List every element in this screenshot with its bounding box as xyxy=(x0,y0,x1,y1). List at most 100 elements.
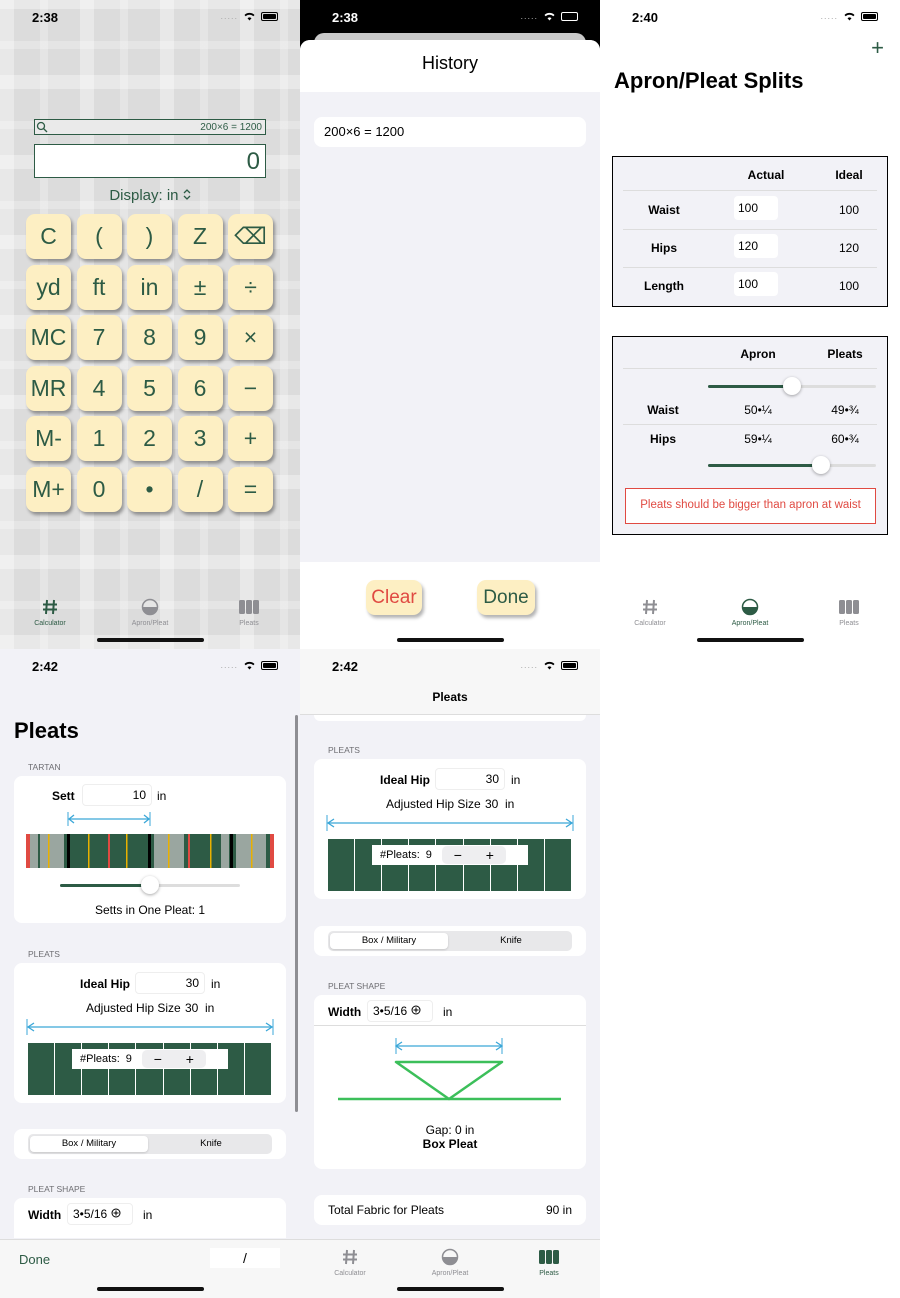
display-mode-selector[interactable]: Display: in xyxy=(0,187,300,204)
tab-calculator[interactable]: Calculator xyxy=(10,596,90,627)
plus-circle-icon xyxy=(111,1208,121,1218)
calc-key[interactable]: 4 xyxy=(76,365,122,411)
calc-key[interactable]: • xyxy=(127,466,172,512)
history-bar[interactable]: 200×6 = 1200 xyxy=(34,119,266,135)
actual-length-input[interactable]: 100 xyxy=(734,272,778,296)
tab-label: Apron/Pleat xyxy=(131,620,169,627)
calc-key[interactable]: MR xyxy=(26,365,71,411)
num-pleats-label: #Pleats: xyxy=(80,1053,120,1065)
status-bar: 2:42 ..... xyxy=(0,649,300,683)
calc-key[interactable]: ÷ xyxy=(228,264,273,310)
page-title: Apron/Pleat Splits xyxy=(614,68,804,93)
calc-key[interactable]: 6 xyxy=(177,365,223,411)
actual-ideal-table: Actual Ideal Waist 100 100 Hips 120 120 … xyxy=(612,156,888,307)
sett-slider-thumb[interactable] xyxy=(141,876,159,894)
done-button[interactable]: Done xyxy=(477,580,535,615)
hash-icon xyxy=(43,599,57,615)
unit-label: in xyxy=(143,1208,153,1222)
clear-button[interactable]: Clear xyxy=(366,580,422,615)
home-indicator xyxy=(697,638,804,642)
calc-key[interactable]: ( xyxy=(76,214,122,259)
calc-key[interactable]: − xyxy=(228,365,273,411)
calc-key[interactable]: M+ xyxy=(26,466,71,512)
divider xyxy=(623,190,877,191)
calc-key[interactable]: ft xyxy=(76,264,122,310)
table-row: Waist 100 100 xyxy=(623,195,877,229)
tab-label: Calculator xyxy=(34,620,66,627)
tab-calculator[interactable]: Calculator xyxy=(310,1246,390,1277)
waist-slider-thumb[interactable] xyxy=(783,377,801,395)
row-label: Hips xyxy=(649,432,676,446)
section-header-pleats: PLEATS xyxy=(28,949,60,959)
hip-width-arrow xyxy=(326,815,574,831)
search-icon xyxy=(36,121,48,133)
tab-pleats[interactable]: Pleats xyxy=(509,1246,589,1277)
total-fabric-value: 90 in xyxy=(545,1203,572,1217)
tab-apron-pleat[interactable]: Apron/Pleat xyxy=(110,596,190,627)
width-input[interactable]: 3•5/16 xyxy=(367,1000,433,1022)
history-item[interactable]: 200×6 = 1200 xyxy=(314,117,586,147)
pleats-icon xyxy=(239,600,259,614)
fraction-slash-button[interactable]: / xyxy=(210,1248,280,1268)
tab-pleats[interactable]: Pleats xyxy=(209,596,289,627)
calc-key[interactable]: 1 xyxy=(76,416,122,461)
sett-width-arrow xyxy=(67,812,151,826)
calc-key[interactable]: Z xyxy=(177,214,223,259)
status-time: 2:38 xyxy=(32,10,59,25)
table-header: Actual Ideal xyxy=(623,168,877,188)
total-fabric-label: Total Fabric for Pleats xyxy=(328,1203,445,1217)
section-header-pleats: PLEATS xyxy=(328,745,360,755)
calc-key[interactable]: ) xyxy=(127,214,172,259)
sett-input[interactable]: 10 xyxy=(82,784,152,806)
keyboard-done-button[interactable]: Done xyxy=(19,1252,50,1267)
signal-dots: ..... xyxy=(820,11,838,21)
calc-key[interactable]: ± xyxy=(177,264,223,310)
increment-button[interactable]: + xyxy=(174,1050,206,1068)
calc-key[interactable]: yd xyxy=(26,264,71,310)
calc-key[interactable]: C xyxy=(26,214,71,259)
actual-hips-input[interactable]: 120 xyxy=(734,234,778,258)
calc-key[interactable]: 8 xyxy=(127,315,172,360)
wifi-icon xyxy=(244,661,255,670)
divider xyxy=(314,1025,586,1026)
scroll-indicator[interactable] xyxy=(295,715,298,1112)
calc-key[interactable]: MC xyxy=(26,315,71,360)
calc-key[interactable]: 2 xyxy=(127,416,172,461)
home-indicator xyxy=(97,1287,204,1291)
decrement-button[interactable]: − xyxy=(442,846,474,864)
calc-key[interactable]: 5 xyxy=(127,365,172,411)
row-label: Hips xyxy=(650,241,677,255)
calc-key[interactable]: in xyxy=(127,264,172,310)
ideal-hip-input[interactable]: 30 xyxy=(435,768,505,790)
hips-slider-thumb[interactable] xyxy=(811,456,830,474)
status-time: 2:40 xyxy=(632,10,659,25)
tab-apron-pleat[interactable]: Apron/Pleat xyxy=(710,596,790,627)
segment-box-military[interactable]: Box / Military xyxy=(30,1136,148,1152)
calc-key[interactable]: 3 xyxy=(177,416,223,461)
calc-key[interactable]: + xyxy=(228,416,273,461)
calc-key[interactable]: / xyxy=(177,466,223,512)
decrement-button[interactable]: − xyxy=(142,1050,174,1068)
width-input[interactable]: 3•5/16 xyxy=(67,1203,133,1225)
segment-box-military[interactable]: Box / Military xyxy=(330,933,448,949)
tab-pleats[interactable]: Pleats xyxy=(809,596,889,627)
calc-key[interactable]: × xyxy=(228,315,273,360)
apron-value: 59•¼ xyxy=(744,432,772,446)
increment-button[interactable]: + xyxy=(474,846,506,864)
calc-key[interactable]: ⌫ xyxy=(228,214,273,259)
segment-knife[interactable]: Knife xyxy=(152,1136,270,1152)
calc-key[interactable]: 9 xyxy=(177,315,223,360)
row-label: Length xyxy=(644,279,684,293)
calc-key[interactable]: 0 xyxy=(76,466,122,512)
pleat-count-stepper: #Pleats: 9 − + xyxy=(372,845,528,865)
tab-apron-pleat[interactable]: Apron/Pleat xyxy=(410,1246,490,1277)
tab-calculator[interactable]: Calculator xyxy=(610,596,690,627)
segment-knife[interactable]: Knife xyxy=(452,933,570,949)
battery-icon xyxy=(561,660,578,670)
calc-key[interactable]: 7 xyxy=(76,315,122,360)
calc-key[interactable]: = xyxy=(228,466,273,512)
actual-waist-input[interactable]: 100 xyxy=(734,196,778,220)
ideal-hip-input[interactable]: 30 xyxy=(135,972,205,994)
calc-key[interactable]: M- xyxy=(26,416,71,461)
add-button[interactable]: + xyxy=(871,35,884,61)
